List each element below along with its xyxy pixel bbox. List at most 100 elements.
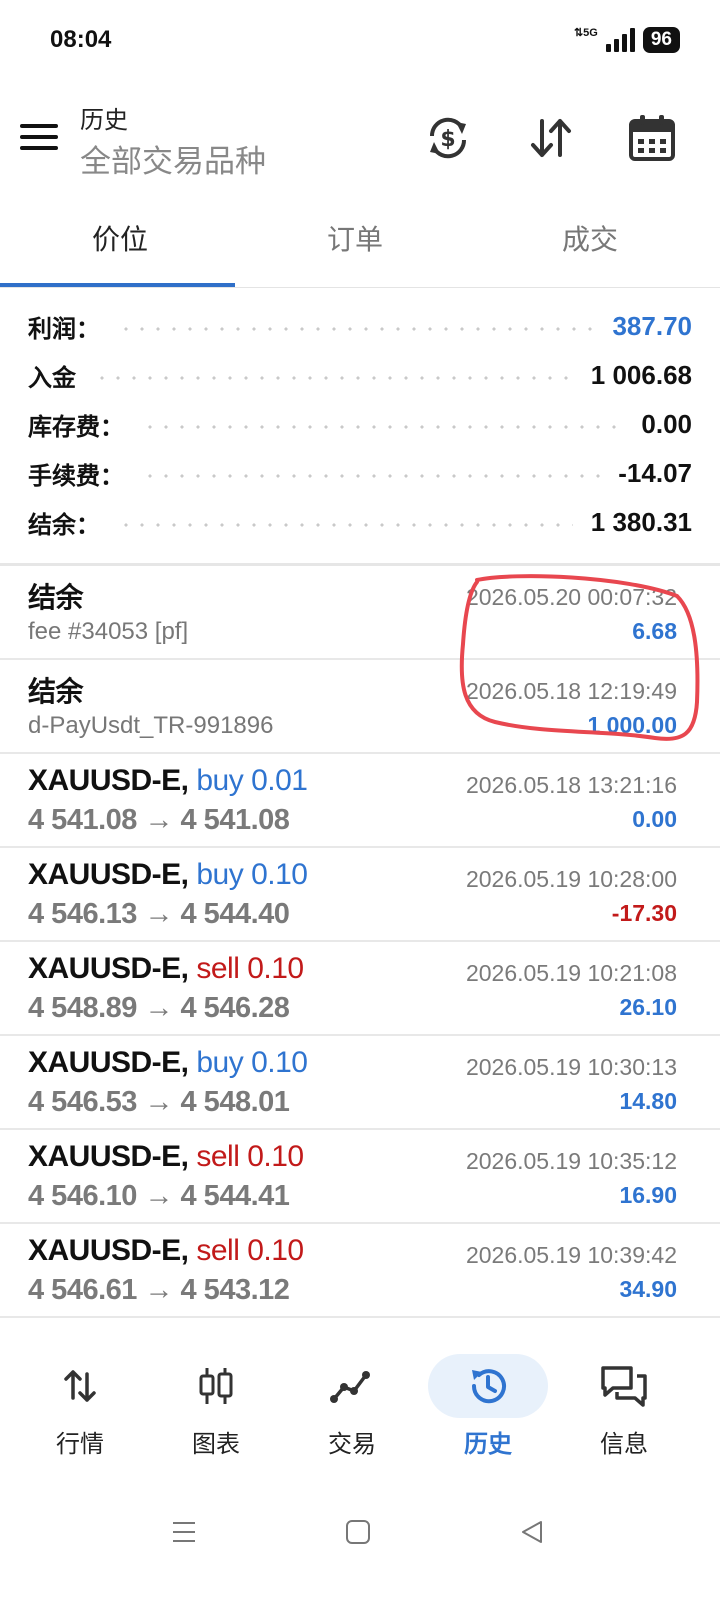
- recents-icon[interactable]: [164, 1512, 204, 1552]
- entry-amount: 1 000.00: [587, 712, 677, 738]
- bottom-navigation: 行情 图表 交易 历史 信息: [0, 1340, 720, 1470]
- trade-profit: 16.90: [619, 1182, 677, 1208]
- table-row[interactable]: XAUUSD-E, sell 0.10 4 548.89 → 4 546.28 …: [0, 942, 720, 1036]
- list-item[interactable]: 结余 fee #34053 [pf] 2026.05.20 00:07:32 6…: [0, 566, 720, 660]
- trade-time: 2026.05.19 10:28:00: [465, 866, 677, 892]
- quotes-icon: [20, 1354, 140, 1418]
- list-item[interactable]: 结余 d-PayUsdt_TR-991896 2026.05.18 12:19:…: [0, 660, 720, 754]
- summary-label: 手续费：: [28, 461, 124, 490]
- entry-title: 结余: [28, 676, 84, 707]
- battery-indicator: 96: [642, 27, 680, 53]
- menu-icon[interactable]: [20, 122, 58, 152]
- trade-title: XAUUSD-E, sell 0.10: [28, 1140, 304, 1174]
- summary-label: 入金: [28, 363, 76, 392]
- trade-profit: 34.90: [619, 1276, 677, 1302]
- trade-title: XAUUSD-E, sell 0.10: [28, 952, 304, 986]
- trade-prices: 4 546.10 → 4 544.41: [28, 1180, 290, 1212]
- entry-amount: 6.68: [632, 618, 677, 644]
- messages-icon: [564, 1354, 684, 1418]
- nav-label: 图表: [192, 1430, 240, 1458]
- trade-profit: 14.80: [619, 1088, 677, 1114]
- trade-direction: sell 0.10: [196, 1234, 304, 1267]
- trade-direction: buy 0.10: [196, 858, 308, 891]
- nav-messages[interactable]: 信息: [554, 1340, 694, 1470]
- summary-commission: 手续费： -14.07: [28, 453, 692, 493]
- table-row[interactable]: XAUUSD-E, buy 0.01 4 541.08 → 4 541.08 2…: [0, 754, 720, 848]
- signal-icon: [605, 28, 635, 52]
- symbol-filter[interactable]: 全部交易品种: [80, 136, 266, 181]
- trade-prices: 4 546.61 → 4 543.12: [28, 1274, 290, 1306]
- system-navigation-bar: [0, 1490, 720, 1570]
- tab-positions[interactable]: 价位: [0, 205, 240, 283]
- trade-time: 2026.05.18 13:21:16: [465, 772, 677, 798]
- trade-title: XAUUSD-E, sell 0.10: [28, 1234, 304, 1268]
- trade-symbol: XAUUSD-E,: [28, 952, 189, 985]
- trade-direction: sell 0.10: [196, 952, 304, 985]
- nav-quotes[interactable]: 行情: [10, 1340, 150, 1470]
- leader-dots: [94, 376, 573, 380]
- history-icon: [428, 1354, 548, 1418]
- tab-orders[interactable]: 订单: [235, 205, 475, 283]
- trade-prices: 4 541.08 → 4 541.08: [28, 804, 290, 836]
- page-title: 历史: [80, 106, 128, 134]
- nav-label: 历史: [464, 1430, 512, 1458]
- trade-prices: 4 548.89 → 4 546.28: [28, 992, 290, 1024]
- svg-text:$: $: [440, 127, 455, 152]
- trade-title: XAUUSD-E, buy 0.10: [28, 1046, 308, 1080]
- profit-value: 387.70: [612, 310, 692, 341]
- table-row[interactable]: XAUUSD-E, sell 0.10 4 546.61 → 4 543.12 …: [0, 1224, 720, 1318]
- table-row[interactable]: XAUUSD-E, buy 0.10 4 546.13 → 4 544.40 2…: [0, 848, 720, 942]
- nav-label: 交易: [328, 1430, 376, 1458]
- trade-symbol: XAUUSD-E,: [28, 858, 189, 891]
- currency-exchange-icon[interactable]: $: [420, 110, 476, 166]
- summary-label: 利润：: [28, 314, 100, 343]
- table-row[interactable]: XAUUSD-E, sell 0.10 4 546.10 → 4 544.41 …: [0, 1130, 720, 1224]
- trade-symbol: XAUUSD-E,: [28, 1140, 189, 1173]
- summary-profit: 利润： 387.70: [28, 306, 692, 346]
- trade-prices: 4 546.13 → 4 544.40: [28, 898, 290, 930]
- nav-chart[interactable]: 图表: [146, 1340, 286, 1470]
- home-icon[interactable]: [338, 1512, 378, 1552]
- summary-label: 库存费：: [28, 412, 124, 441]
- commission-value: -14.07: [618, 457, 692, 488]
- trade-symbol: XAUUSD-E,: [28, 1234, 189, 1267]
- back-icon[interactable]: [512, 1512, 552, 1552]
- summary-balance: 结余： 1 380.31: [28, 502, 692, 542]
- trade-direction: sell 0.10: [196, 1140, 304, 1173]
- balance-value: 1 380.31: [590, 506, 692, 537]
- trade-symbol: XAUUSD-E,: [28, 764, 189, 797]
- nav-label: 行情: [56, 1430, 104, 1458]
- calendar-icon[interactable]: [624, 110, 680, 166]
- summary-swap: 库存费： 0.00: [28, 404, 692, 444]
- entry-comment: fee #34053 [pf]: [28, 618, 189, 645]
- tab-deals[interactable]: 成交: [470, 205, 710, 283]
- trade-profit: 26.10: [619, 994, 677, 1020]
- entry-time: 2026.05.18 12:19:49: [465, 678, 677, 704]
- entry-time: 2026.05.20 00:07:32: [465, 584, 677, 610]
- network-type: ⇅5G: [573, 26, 598, 39]
- summary-deposit: 入金 1 006.68: [28, 355, 692, 395]
- status-indicators: ⇅5G 96: [574, 26, 680, 54]
- tab-divider: [0, 287, 720, 288]
- leader-dots: [118, 523, 573, 527]
- trade-time: 2026.05.19 10:21:08: [465, 960, 677, 986]
- nav-trade[interactable]: 交易: [282, 1340, 422, 1470]
- summary-label: 结余：: [28, 510, 100, 539]
- swap-value: 0.00: [641, 408, 692, 439]
- status-bar: 08:04 ⇅5G 96: [0, 0, 720, 80]
- trade-direction: buy 0.10: [196, 1046, 308, 1079]
- leader-dots: [118, 327, 595, 331]
- table-row[interactable]: XAUUSD-E, buy 0.10 4 546.53 → 4 548.01 2…: [0, 1036, 720, 1130]
- trade-profit: 0.00: [632, 806, 677, 832]
- trade-icon: [292, 1354, 412, 1418]
- trade-time: 2026.05.19 10:30:13: [465, 1054, 677, 1080]
- chart-icon: [156, 1354, 276, 1418]
- trade-title: XAUUSD-E, buy 0.01: [28, 764, 308, 798]
- trade-profit: -17.30: [611, 900, 677, 926]
- nav-label: 信息: [600, 1430, 648, 1458]
- sort-icon[interactable]: [523, 110, 579, 166]
- nav-history[interactable]: 历史: [418, 1340, 558, 1470]
- app-header: 历史 全部交易品种 $: [0, 88, 720, 188]
- trade-prices: 4 546.53 → 4 548.01: [28, 1086, 290, 1118]
- history-tabs: 价位 订单 成交: [0, 205, 720, 288]
